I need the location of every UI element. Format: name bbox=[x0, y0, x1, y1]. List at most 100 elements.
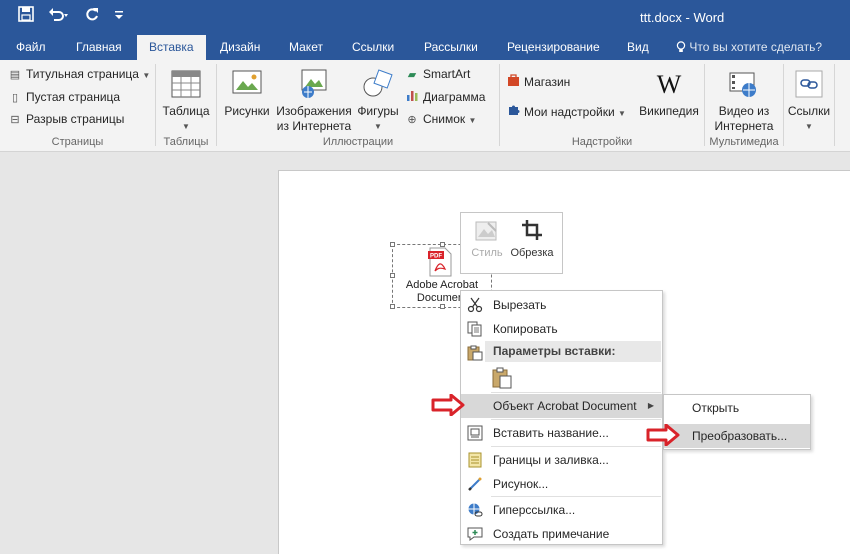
resize-handle[interactable] bbox=[390, 242, 395, 247]
smartart-button[interactable]: ▰ SmartArt bbox=[405, 64, 471, 84]
tab-references[interactable]: Ссылки bbox=[340, 35, 406, 60]
group-label-media: Мультимедиа bbox=[709, 136, 779, 148]
copy-icon bbox=[467, 321, 483, 337]
pdf-badge-text: PDF bbox=[430, 254, 442, 260]
submenu-arrow-icon: ▶ bbox=[647, 401, 654, 410]
submenu-item-open[interactable]: Открыть bbox=[664, 396, 810, 420]
lightbulb-icon bbox=[676, 40, 689, 54]
insert-caption-icon bbox=[467, 425, 483, 441]
table-button[interactable]: Таблица ▼ bbox=[160, 66, 212, 134]
resize-handle[interactable] bbox=[390, 273, 395, 278]
chart-icon bbox=[405, 88, 419, 108]
shapes-button[interactable]: Фигуры ▼ bbox=[354, 66, 402, 134]
borders-icon bbox=[467, 452, 483, 468]
menu-item-cut[interactable]: Вырезать bbox=[461, 293, 662, 317]
menu-item-new-comment[interactable]: Создать примечание bbox=[461, 522, 662, 546]
save-icon[interactable] bbox=[18, 6, 34, 27]
smartart-icon: ▰ bbox=[407, 69, 417, 81]
wikipedia-button[interactable]: W Википедия bbox=[636, 66, 702, 119]
group-separator bbox=[704, 64, 705, 146]
menu-item-picture[interactable]: Рисунок... bbox=[461, 472, 662, 496]
cover-page-button[interactable]: ▤ Титульная страница ▼ bbox=[8, 64, 150, 84]
scissors-icon bbox=[467, 297, 483, 313]
my-addins-button[interactable]: Мои надстройки ▼ bbox=[506, 102, 626, 122]
menu-item-insert-caption[interactable]: Вставить название... bbox=[461, 421, 662, 445]
annotation-arrow-icon bbox=[431, 393, 465, 417]
screenshot-button[interactable]: ⊕ Снимок ▼ bbox=[405, 109, 476, 129]
pictures-icon bbox=[221, 66, 273, 102]
paste-keep-source-icon[interactable] bbox=[491, 367, 513, 392]
context-menu: Вырезать Копировать Параметры вставки: О… bbox=[460, 290, 663, 545]
store-icon bbox=[506, 73, 520, 93]
menu-separator bbox=[491, 419, 661, 420]
ribbon-tabs: Файл Главная Вставка Дизайн Макет Ссылки… bbox=[0, 35, 850, 60]
menu-item-acrobat-object[interactable]: Объект Acrobat Document ▶ bbox=[461, 394, 662, 418]
online-video-button[interactable]: Видео из Интернета bbox=[708, 66, 780, 134]
menu-separator bbox=[491, 446, 661, 447]
submenu-item-convert[interactable]: Преобразовать... bbox=[664, 424, 810, 448]
redo-icon[interactable] bbox=[84, 6, 100, 27]
links-button[interactable]: Ссылки ▼ bbox=[786, 66, 832, 134]
online-pictures-button[interactable]: Изображения из Интернета bbox=[274, 66, 354, 134]
mini-toolbar: Стиль Обрезка bbox=[460, 212, 563, 274]
wikipedia-icon: W bbox=[656, 69, 682, 99]
menu-item-hyperlink[interactable]: Гиперссылка... bbox=[461, 498, 662, 522]
annotation-arrow-icon bbox=[646, 423, 680, 447]
tab-home[interactable]: Главная bbox=[64, 35, 134, 60]
my-addins-icon bbox=[506, 103, 520, 123]
comment-icon bbox=[467, 526, 483, 542]
customize-qat-icon[interactable] bbox=[114, 7, 124, 26]
document-area bbox=[0, 152, 850, 554]
pictures-button[interactable]: Рисунки bbox=[221, 66, 273, 119]
page-break-icon: ⊟ bbox=[10, 114, 20, 126]
group-label-pages: Страницы bbox=[51, 136, 104, 148]
paste-icon bbox=[467, 345, 483, 364]
menu-separator bbox=[491, 496, 661, 497]
shapes-icon bbox=[354, 66, 402, 102]
menu-item-borders[interactable]: Границы и заливка... bbox=[461, 448, 662, 472]
crop-icon bbox=[507, 219, 557, 247]
crop-button[interactable]: Обрезка bbox=[507, 219, 557, 259]
tab-file[interactable]: Файл bbox=[4, 35, 58, 60]
menu-separator bbox=[491, 392, 661, 393]
group-label-illustrations: Иллюстрации bbox=[322, 136, 394, 148]
style-button[interactable]: Стиль bbox=[469, 219, 505, 259]
cover-page-icon: ▤ bbox=[9, 69, 21, 81]
picture-format-icon bbox=[467, 476, 483, 492]
blank-page-icon: ▯ bbox=[11, 92, 19, 104]
online-video-icon bbox=[708, 66, 780, 102]
tab-review[interactable]: Рецензирование bbox=[495, 35, 612, 60]
tab-insert[interactable]: Вставка bbox=[137, 35, 206, 60]
quick-access-toolbar bbox=[18, 6, 124, 27]
tab-view[interactable]: Вид bbox=[615, 35, 661, 60]
acrobat-object-submenu: Открыть Преобразовать... bbox=[663, 394, 811, 450]
title-bar: ttt.docx - Word bbox=[0, 0, 850, 35]
group-separator bbox=[783, 64, 784, 146]
tab-layout[interactable]: Макет bbox=[277, 35, 335, 60]
style-icon bbox=[469, 219, 505, 247]
page-break-button[interactable]: ⊟ Разрыв страницы bbox=[8, 109, 124, 129]
store-button[interactable]: Магазин bbox=[506, 72, 570, 92]
tab-design[interactable]: Дизайн bbox=[208, 35, 272, 60]
menu-item-copy[interactable]: Копировать bbox=[461, 317, 662, 341]
group-label-addins: Надстройки bbox=[571, 136, 633, 148]
link-icon bbox=[786, 66, 832, 102]
blank-page-button[interactable]: ▯ Пустая страница bbox=[8, 87, 120, 107]
tell-me-box[interactable]: Что вы хотите сделать? bbox=[676, 35, 822, 60]
group-label-tables: Таблицы bbox=[163, 136, 209, 148]
online-pictures-icon bbox=[274, 66, 354, 102]
group-separator bbox=[834, 64, 835, 146]
table-icon bbox=[160, 66, 212, 102]
chart-button[interactable]: Диаграмма bbox=[405, 87, 485, 107]
hyperlink-icon bbox=[467, 502, 483, 518]
paste-options-header: Параметры вставки: bbox=[485, 341, 661, 362]
tab-mailings[interactable]: Рассылки bbox=[412, 35, 490, 60]
undo-icon[interactable] bbox=[48, 6, 70, 27]
window-title: ttt.docx - Word bbox=[640, 10, 725, 25]
group-separator bbox=[499, 64, 500, 146]
group-separator bbox=[155, 64, 156, 146]
group-separator bbox=[216, 64, 217, 146]
pdf-file-icon: PDF bbox=[427, 247, 453, 280]
ribbon-insert: ▤ Титульная страница ▼ ▯ Пустая страница ⊟… bbox=[0, 60, 850, 152]
screenshot-icon: ⊕ bbox=[407, 114, 417, 126]
